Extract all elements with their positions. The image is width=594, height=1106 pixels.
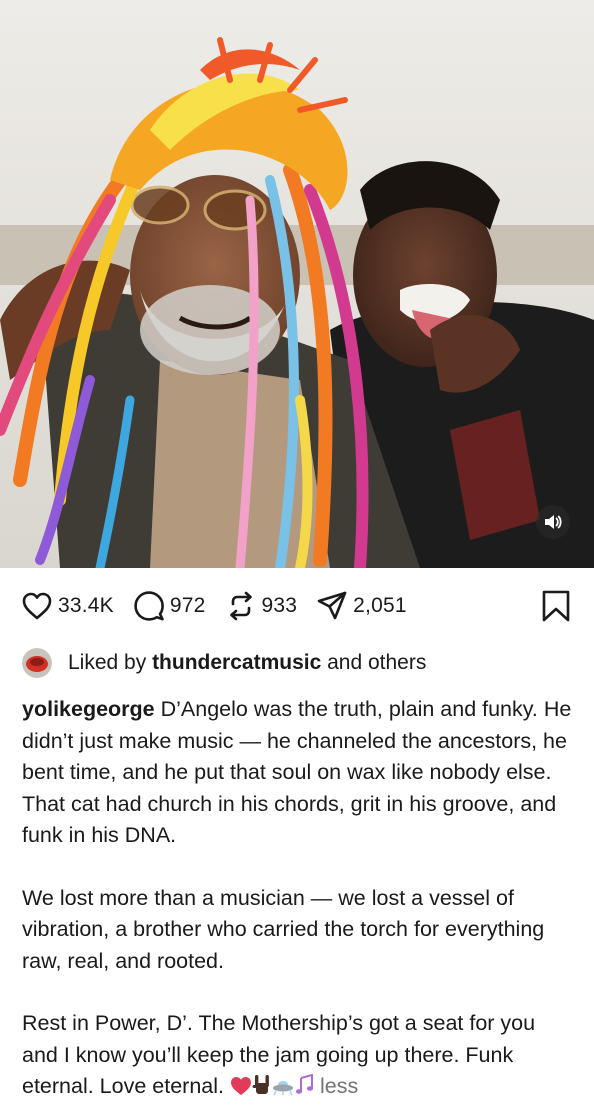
liked-by-suffix[interactable]: and others	[327, 651, 426, 675]
caption-paragraph-2: We lost more than a musician — we lost a…	[22, 885, 545, 973]
share-button[interactable]: 2,051	[317, 591, 407, 621]
liked-by-row[interactable]: Liked by thundercatmusic and others	[0, 646, 594, 680]
like-button[interactable]: 33.4K	[22, 592, 114, 620]
shares-count[interactable]: 2,051	[353, 594, 407, 618]
repost-button[interactable]: 933	[226, 591, 298, 621]
liked-by-prefix: Liked by	[68, 651, 147, 674]
show-less-link[interactable]: less	[320, 1074, 358, 1098]
comment-bubble-icon	[134, 591, 164, 621]
likes-count[interactable]: 33.4K	[58, 594, 114, 618]
action-bar: 33.4K 972 933 2,051	[0, 568, 594, 644]
reposts-count[interactable]: 933	[262, 594, 298, 618]
ufo-emoji-icon	[272, 1074, 294, 1106]
save-button[interactable]	[542, 590, 570, 627]
comments-count[interactable]: 972	[170, 594, 206, 618]
comment-button[interactable]: 972	[134, 591, 206, 621]
caption-paragraph-3: Rest in Power, D’. The Mothership’s got …	[22, 1008, 572, 1106]
caption-paragraph-1: yolikegeorge D’Angelo was the truth, pla…	[22, 694, 572, 852]
caption-username[interactable]: yolikegeorge	[22, 697, 155, 721]
music-notes-emoji-icon	[294, 1073, 316, 1106]
rock-hand-emoji-icon	[252, 1074, 272, 1106]
post-image	[0, 0, 594, 568]
repost-icon	[229, 591, 252, 621]
liker-avatar[interactable]	[22, 648, 52, 678]
post-caption: yolikegeorge D’Angelo was the truth, pla…	[0, 680, 594, 1106]
post-photo[interactable]	[0, 0, 594, 568]
liker-username[interactable]: thundercatmusic	[152, 651, 321, 675]
heart-icon	[22, 592, 52, 620]
speaker-icon	[545, 515, 562, 529]
mute-button[interactable]	[536, 505, 570, 539]
bookmark-icon	[542, 590, 570, 622]
send-icon	[317, 591, 347, 620]
heart-emoji-icon	[230, 1074, 252, 1106]
